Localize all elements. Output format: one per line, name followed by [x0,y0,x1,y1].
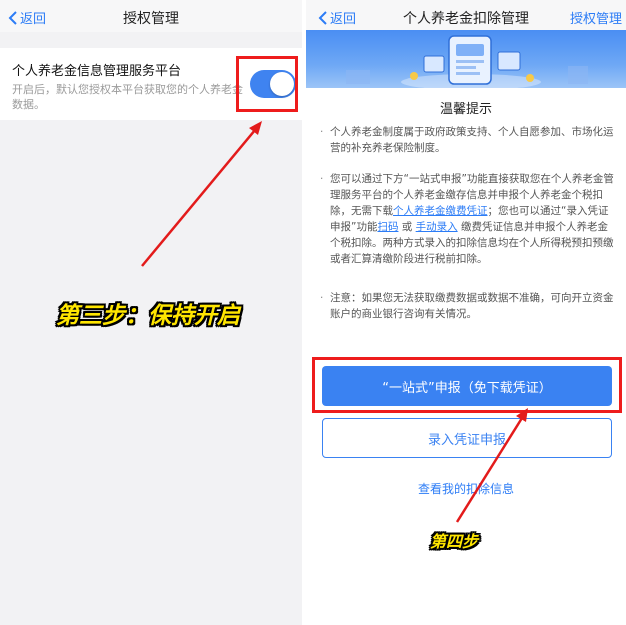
manual-entry-link[interactable]: 手动录入 [416,221,458,233]
tip-item: 注意：如果您无法获取缴费数据或数据不准确，可向开立资金账户的商业银行咨询有关情况… [320,290,616,322]
phone-illustration-icon [346,35,588,88]
back-button[interactable]: 返回 [8,8,46,27]
payment-voucher-link[interactable]: 个人养老金缴费凭证 [393,205,488,217]
authorization-link[interactable]: 授权管理 [570,8,622,27]
step-four-label: 第四步 [430,532,479,551]
platform-name: 个人养老金信息管理服务平台 [12,64,182,79]
nav-bar: 返回 授权管理 [0,0,302,32]
chevron-left-icon [318,10,327,25]
back-label: 返回 [330,12,357,27]
nav-bar: 返回 个人养老金扣除管理 授权管理 [306,0,626,32]
enter-voucher-declare-button[interactable]: 录入凭证申报 [322,418,612,458]
back-label: 返回 [20,12,47,27]
toggle-highlight-box [236,56,298,112]
banner-illustration [306,30,626,88]
tip-text: 或 [401,221,413,233]
view-deduction-info-link[interactable]: 查看我的扣除信息 [306,480,626,497]
tip-item: 您可以通过下方“一站式申报”功能直接获取您在个人养老金管理服务平台的个人养老金缴… [320,171,616,267]
primary-button-highlight-box [312,357,622,413]
tips-title: 温馨提示 [439,102,492,117]
setting-description: 开启后，默认您授权本平台获取您的个人养老金数据。 [12,83,243,111]
back-button[interactable]: 返回 [318,8,356,27]
tip-item: 个人养老金制度属于政府政策支持、个人自愿参加、市场化运营的补充养老保险制度。 [320,124,616,156]
chevron-left-icon [8,10,17,25]
scan-code-link[interactable]: 扫码 [377,221,398,233]
step-three-label: 第三步：保持开启 [56,303,240,329]
